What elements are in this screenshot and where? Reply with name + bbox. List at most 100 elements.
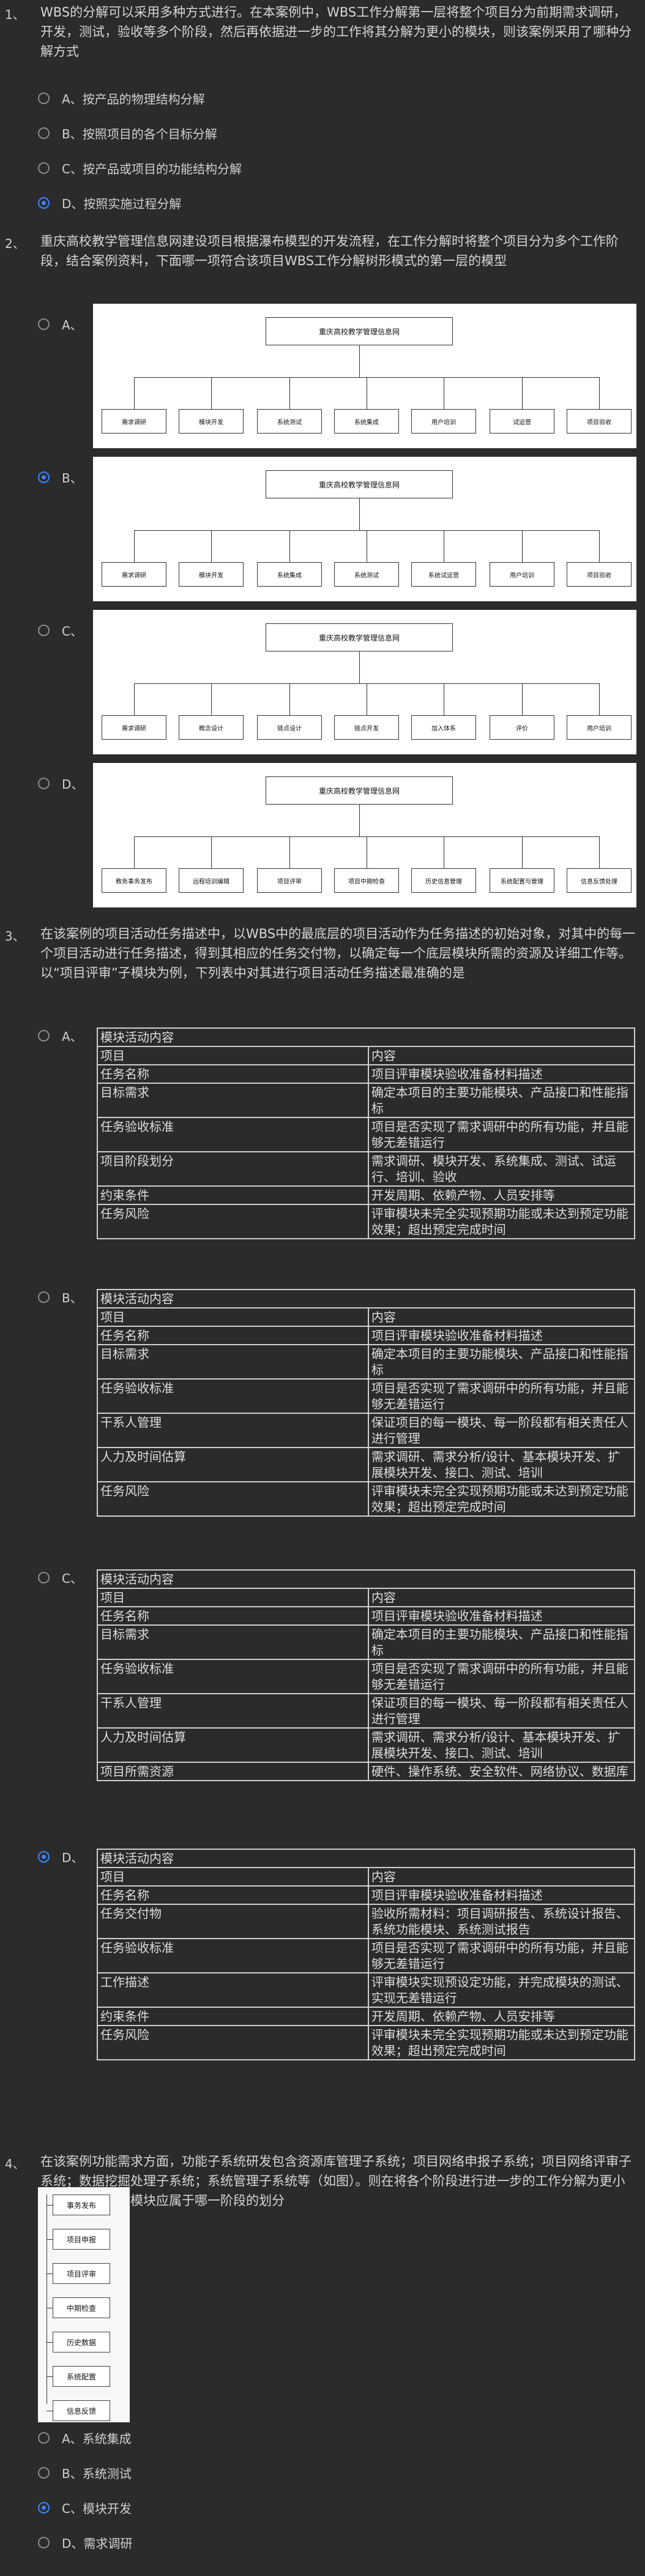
connector-line <box>289 377 290 409</box>
row-content-cell: 项目是否实现了需求调研中的所有功能，并且能够无差错运行 <box>367 1938 636 1973</box>
question-number: 2、 <box>5 236 25 251</box>
row-content-cell: 项目评审模块验收准备材料描述 <box>367 1885 636 1905</box>
connector-line <box>134 530 135 562</box>
radio-icon[interactable] <box>38 777 50 789</box>
option-a[interactable]: A、 <box>38 315 83 333</box>
option-b[interactable]: B、系统测试 <box>38 2463 132 2482</box>
row-label-cell: 任务验收标准 <box>97 1938 369 1973</box>
row-content-cell: 内容 <box>367 1867 636 1887</box>
wbs-leaf-node: 模块开发 <box>179 562 244 587</box>
wbs-leaf-node: 用户培训 <box>567 715 632 740</box>
wbs-diagram: 重庆高校教学管理信息网 需求调研 模块开发 系统集成 系统测试 系统试运营 用户培训 项目验收 <box>93 457 636 601</box>
module-tree-figure: 事务发布 项目申报 项目评审 中期检查 历史数据 系统配置 信息反馈 <box>0 2187 645 2422</box>
radio-icon[interactable] <box>38 1291 50 1303</box>
wbs-diagram: 重庆高校教学管理信息网 教务事务发布 远程培训编辑 项目评审 项目中期检查 历史信息管理系… <box>93 763 636 907</box>
connector-line <box>211 683 212 715</box>
radio-icon[interactable] <box>38 624 50 636</box>
option-label: B、 <box>62 470 83 486</box>
wbs-leaf-node: 系统测试 <box>257 409 322 434</box>
option-d[interactable]: D、 <box>38 774 83 792</box>
radio-selected-icon[interactable] <box>38 471 50 483</box>
row-label-cell: 约束条件 <box>97 1185 369 1205</box>
wbs-leaf-node: 需求调研 <box>102 562 166 587</box>
question-number: 4、 <box>5 2157 25 2171</box>
option-c[interactable]: C、 <box>38 621 83 639</box>
row-label-cell: 任务风险 <box>97 1481 369 1517</box>
option-label: C、模块开发 <box>62 2501 132 2516</box>
connector-line <box>289 683 290 715</box>
table-row: 任务名称 项目评审模块验收准备材料描述 <box>97 1885 636 1905</box>
option-label: D、 <box>62 776 84 792</box>
connector-line <box>211 836 212 868</box>
wbs-leaf-node: 项目验收 <box>567 409 632 434</box>
option-label: A、系统集成 <box>62 2431 132 2446</box>
option-b[interactable]: B、 <box>38 1288 83 1306</box>
row-content-cell: 确定本项目的主要功能模块、产品接口和性能指标 <box>367 1624 636 1660</box>
row-label-cell: 任务验收标准 <box>97 1117 369 1152</box>
radio-selected-icon[interactable] <box>38 197 50 209</box>
row-label-cell: 目标需求 <box>97 1344 369 1380</box>
radio-icon[interactable] <box>38 127 50 139</box>
option-a[interactable]: A、系统集成 <box>38 2428 132 2447</box>
row-label-cell: 项目阶段划分 <box>97 1151 369 1187</box>
option-c[interactable]: C、模块开发 <box>38 2498 132 2517</box>
wbs-leaf-node: 模块开发 <box>179 409 244 434</box>
option-d[interactable]: D、需求调研 <box>38 2533 132 2552</box>
connector-line <box>211 377 212 409</box>
tree-node: 信息反馈 <box>53 2400 110 2421</box>
option-d[interactable]: D、 <box>38 1847 83 1866</box>
connector-line <box>522 683 523 715</box>
row-content-cell: 确定本项目的主要功能模块、产品接口和性能指标 <box>367 1344 636 1380</box>
option-c[interactable]: C、按产品或项目的功能结构分解 <box>38 159 242 177</box>
row-label-cell: 项目 <box>97 1046 369 1065</box>
table-row: 目标需求 确定本项目的主要功能模块、产品接口和性能指标 <box>97 1083 636 1118</box>
connector-line <box>359 345 360 377</box>
radio-icon[interactable] <box>38 318 50 330</box>
table-row: 项目 内容 <box>97 1588 636 1607</box>
wbs-leaf-node: 用户培训 <box>411 409 476 434</box>
wbs-leaf-node: 系统测试 <box>334 562 399 587</box>
option-a[interactable]: A、按产品的物理结构分解 <box>38 89 205 107</box>
radio-selected-icon[interactable] <box>38 1850 50 1863</box>
option-label: B、 <box>62 1290 83 1305</box>
connector-line <box>522 377 523 409</box>
row-label-cell: 约束条件 <box>97 2007 369 2026</box>
radio-icon[interactable] <box>38 162 50 174</box>
option-a[interactable]: A、 <box>38 1026 83 1045</box>
radio-icon[interactable] <box>38 2431 50 2444</box>
option-b[interactable]: B、 <box>38 468 83 486</box>
radio-icon[interactable] <box>38 1571 50 1583</box>
option-b[interactable]: B、按照项目的各个目标分解 <box>38 124 217 142</box>
connector-line <box>289 530 290 562</box>
row-content-cell: 评审模块未完全实现预期功能或未达到预定功能效果；超出预定完成时间 <box>367 1481 636 1517</box>
radio-icon[interactable] <box>38 2536 50 2548</box>
wbs-leaf-node: 评价 <box>490 715 554 740</box>
connector-line <box>289 836 290 868</box>
connector-line <box>134 836 135 868</box>
row-label-cell: 项目所需资源 <box>97 1762 369 1781</box>
radio-selected-icon[interactable] <box>38 2501 50 2514</box>
wbs-leaf-node: 系统配置与管理 <box>490 868 554 893</box>
wbs-leaf-node: 链点设计 <box>257 715 322 740</box>
option-label: C、按产品或项目的功能结构分解 <box>62 161 242 176</box>
radio-icon[interactable] <box>38 1029 50 1042</box>
option-c[interactable]: C、 <box>38 1568 83 1587</box>
connector-line <box>47 2239 53 2240</box>
connector-line <box>47 2342 53 2343</box>
row-content-cell: 内容 <box>367 1307 636 1327</box>
table-row: 目标需求 确定本项目的主要功能模块、产品接口和性能指标 <box>97 1344 636 1380</box>
table-header: 模块活动内容 <box>97 1569 635 1589</box>
radio-icon[interactable] <box>38 2466 50 2479</box>
table-row: 工作描述 评审模块实现预设定功能，并完成模块的测试、实现无差错运行 <box>97 1972 636 2008</box>
wbs-root-node: 重庆高校教学管理信息网 <box>266 470 453 498</box>
tree-node: 中期检查 <box>53 2297 110 2318</box>
table-row: 人力及时间估算 需求调研、需求分析/设计、基本模块开发、扩展模块开发、接口、测试、… <box>97 1727 636 1763</box>
task-description-table: 模块活动内容 项目 内容 任务名称 项目评审模块验收准备材料描述 目标需求 确定本项目的主要… <box>97 1027 636 1239</box>
radio-icon[interactable] <box>38 92 50 104</box>
wbs-root-node: 重庆高校教学管理信息网 <box>266 623 453 652</box>
row-content-cell: 内容 <box>367 1588 636 1607</box>
question-number: 3、 <box>5 929 25 944</box>
option-d[interactable]: D、按照实施过程分解 <box>38 193 181 212</box>
row-label-cell: 工作描述 <box>97 1972 369 2008</box>
wbs-leaf-node: 概念设计 <box>179 715 244 740</box>
